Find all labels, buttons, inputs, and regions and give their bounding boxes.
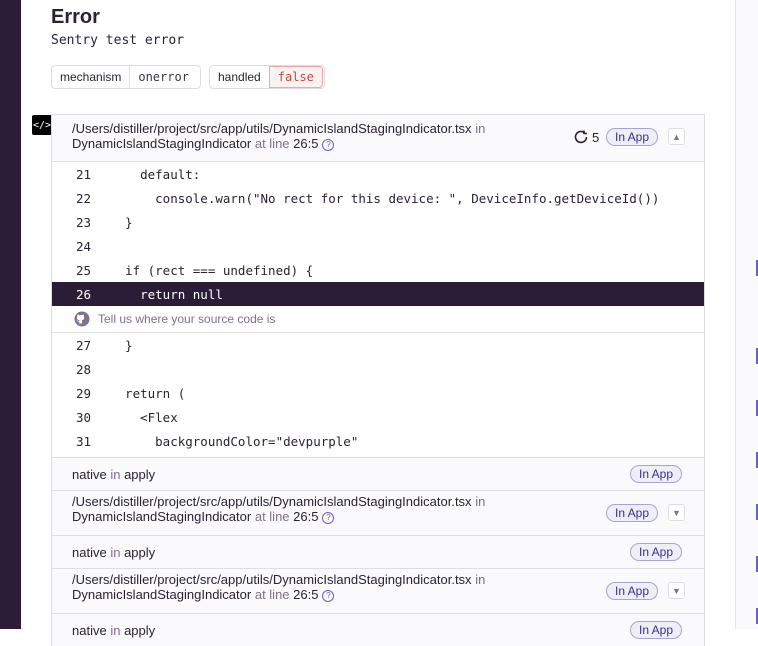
repeat-indicator: 5 [572,128,599,146]
tag-handled[interactable]: handled false [209,65,325,89]
code-line: 27 } [76,337,133,353]
frame-header[interactable]: /Users/distiller/project/src/app/utils/D… [52,115,704,162]
code-line: 22 console.warn("No rect for this device… [76,190,660,206]
frame-location: 26:5 [293,509,319,524]
in-app-badge: In App [630,465,683,483]
chevron-down-icon[interactable]: ▼ [668,504,685,521]
code-line: 31 backgroundColor="devpurple" [76,433,359,449]
frame-native[interactable]: native in apply In App [52,457,704,490]
in-app-badge: In App [606,128,659,146]
chevron-down-icon[interactable]: ▼ [668,582,685,599]
left-sidebar-rail [0,0,21,629]
help-icon[interactable]: ? [322,139,335,151]
frame-function: DynamicIslandStagingIndicator [72,509,252,524]
help-icon[interactable]: ? [322,512,335,524]
frame-header-collapsed[interactable]: /Users/distiller/project/src/app/utils/D… [52,568,704,613]
frame-filename: /Users/distiller/project/src/app/utils/D… [72,494,472,509]
stack-trace: /Users/distiller/project/src/app/utils/D… [51,114,705,646]
code-line: 25 if (rect === undefined) { [76,262,314,278]
repeat-icon [574,130,588,144]
right-sidebar [736,0,758,629]
tag-key: handled [218,70,261,84]
frame-native[interactable]: native in apply In App [52,613,704,646]
error-title: Error [51,6,100,28]
in-app-badge: In App [630,621,683,639]
tag-mechanism[interactable]: mechanism onerror [51,65,201,89]
code-line-active: 26 return null [52,282,704,306]
frame-filename: /Users/distiller/project/src/app/utils/D… [72,121,472,136]
code-line: 29 return ( [76,385,186,401]
code-line: 21 default: [76,166,201,182]
code-line: 28 [76,361,92,377]
tag-value: onerror [129,66,197,88]
in-app-badge: In App [630,543,683,561]
error-message: Sentry test error [51,33,185,48]
code-line: 24 [76,238,92,254]
chevron-up-icon[interactable]: ▲ [668,128,685,145]
code-context: 21 default: 22 console.warn("No rect for… [52,162,704,453]
tag-key: mechanism [60,70,122,84]
frame-location: 26:5 [293,587,319,602]
frame-location: 26:5 [293,136,319,151]
frame-filename: /Users/distiller/project/src/app/utils/D… [72,572,472,587]
code-icon: </> [32,115,52,135]
code-line: 23 } [76,214,133,230]
frame-function: DynamicIslandStagingIndicator [72,587,252,602]
source-code-hint[interactable]: Tell us where your source code is [52,306,704,333]
code-line: 30 <Flex [76,409,178,425]
frame-native[interactable]: native in apply In App [52,535,704,568]
frame-header-collapsed[interactable]: /Users/distiller/project/src/app/utils/D… [52,490,704,535]
help-icon[interactable]: ? [322,590,335,602]
github-icon [74,311,90,327]
tag-value: false [268,66,323,88]
repeat-count: 5 [592,129,600,145]
in-app-badge: In App [606,582,659,600]
frame-function: DynamicIslandStagingIndicator [72,136,252,151]
in-app-badge: In App [606,504,659,522]
